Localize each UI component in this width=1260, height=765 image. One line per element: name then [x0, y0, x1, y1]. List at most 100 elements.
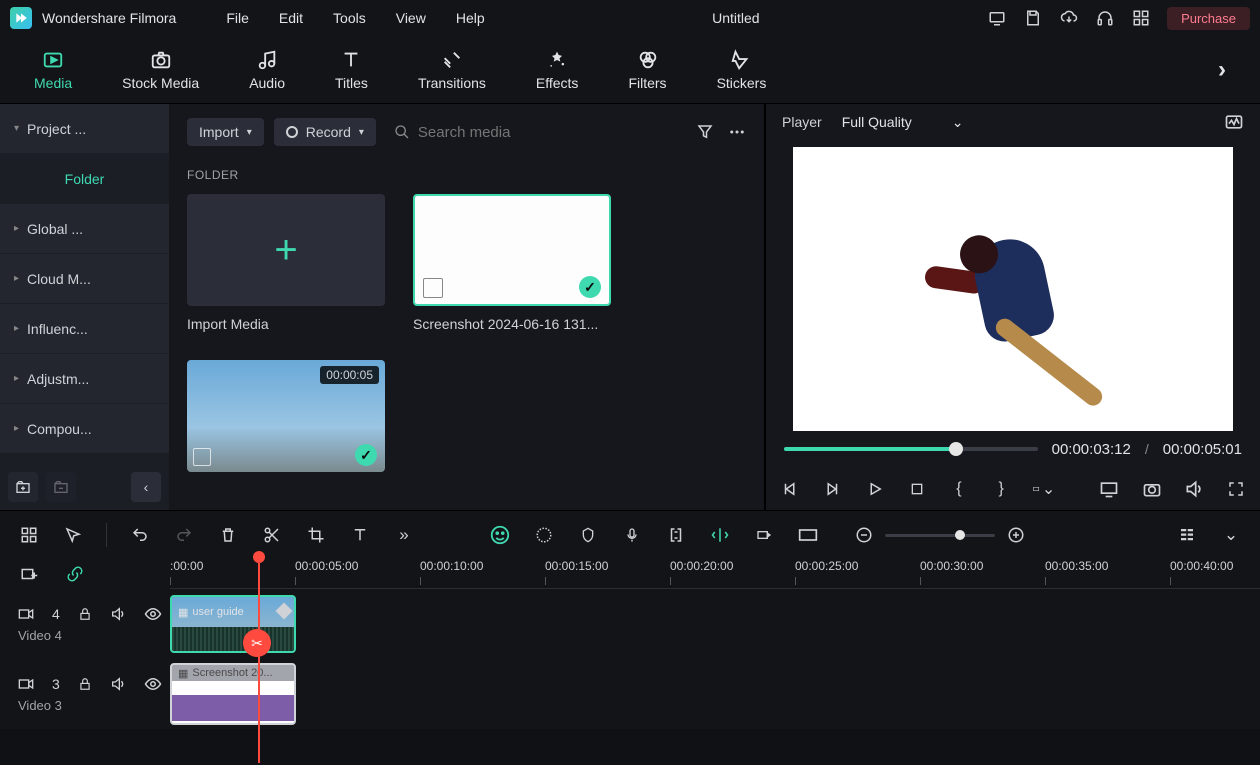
playhead[interactable] — [253, 551, 265, 763]
more-options-icon[interactable] — [728, 123, 746, 141]
audio-mixer-icon[interactable] — [665, 524, 687, 546]
sidebar-item-project[interactable]: ▾Project ... — [0, 104, 169, 154]
tab-effects[interactable]: Effects — [536, 49, 579, 91]
keyframe-icon[interactable] — [276, 603, 293, 620]
import-button[interactable]: Import▾ — [187, 118, 264, 146]
tab-titles[interactable]: Titles — [335, 49, 368, 91]
lock-icon[interactable] — [78, 606, 92, 622]
lock-icon[interactable] — [78, 676, 92, 692]
prev-frame-icon[interactable] — [780, 478, 800, 500]
apps-icon[interactable] — [1131, 8, 1151, 28]
track-view-icon[interactable] — [1176, 524, 1198, 546]
purchase-button[interactable]: Purchase — [1167, 7, 1250, 30]
tab-transitions[interactable]: Transitions — [418, 49, 486, 91]
render-preview-icon[interactable] — [709, 524, 731, 546]
mark-in-icon[interactable]: { — [949, 478, 969, 500]
record-button[interactable]: Record▾ — [274, 118, 376, 146]
track-body[interactable]: ▦user guide ✂ — [170, 589, 1260, 659]
crop-icon[interactable] — [305, 524, 327, 546]
search-input[interactable] — [418, 124, 678, 141]
menu-file[interactable]: File — [226, 10, 249, 26]
play-icon[interactable] — [864, 478, 884, 500]
menu-edit[interactable]: Edit — [279, 10, 303, 26]
zoom-slider[interactable] — [885, 534, 995, 537]
tab-stickers[interactable]: Stickers — [717, 49, 767, 91]
menu-help[interactable]: Help — [456, 10, 485, 26]
transitions-icon — [441, 49, 463, 71]
save-icon[interactable] — [1023, 8, 1043, 28]
add-track-icon[interactable] — [18, 563, 40, 585]
clip-video4[interactable]: ▦user guide — [170, 595, 296, 653]
select-tool-icon[interactable] — [62, 524, 84, 546]
fullscreen-icon[interactable] — [1226, 478, 1246, 500]
scrub-track[interactable] — [784, 447, 1038, 451]
display-out-icon[interactable] — [1099, 478, 1119, 500]
sidebar-item-cloud[interactable]: ▸Cloud M... — [0, 254, 169, 304]
sidebar-item-adjustment[interactable]: ▸Adjustm... — [0, 354, 169, 404]
snapshot-icon[interactable] — [1141, 478, 1161, 500]
more-tools-icon[interactable]: » — [393, 524, 415, 546]
mute-icon[interactable] — [110, 606, 126, 622]
tab-filters[interactable]: Filters — [628, 49, 666, 91]
menu-view[interactable]: View — [396, 10, 426, 26]
tab-media[interactable]: Media — [34, 49, 72, 91]
keyframe-tool-icon[interactable] — [753, 524, 775, 546]
scopes-icon[interactable] — [1224, 112, 1244, 132]
media-tile-import[interactable]: + Import Media — [187, 194, 385, 332]
timeline-ruler[interactable]: :00:00 00:00:05:00 00:00:10:00 00:00:15:… — [170, 559, 1260, 589]
tab-audio[interactable]: Audio — [249, 49, 285, 91]
chevron-down-icon: ▾ — [14, 123, 19, 134]
color-wheel-icon[interactable] — [533, 524, 555, 546]
ai-assistant-icon[interactable] — [489, 524, 511, 546]
split-cursor-icon[interactable]: ✂ — [243, 629, 271, 657]
aspect-icon[interactable] — [797, 524, 819, 546]
menu-tools[interactable]: Tools — [333, 10, 366, 26]
layout-icon[interactable] — [18, 524, 40, 546]
sidebar-item-compound[interactable]: ▸Compou... — [0, 404, 169, 454]
track-header[interactable]: 4 Video 4 — [0, 602, 170, 647]
volume-icon[interactable] — [1184, 478, 1204, 500]
mute-icon[interactable] — [110, 676, 126, 692]
sidebar-item-global[interactable]: ▸Global ... — [0, 204, 169, 254]
sidebar-item-folder[interactable]: Folder — [0, 154, 169, 204]
text-tool-icon[interactable] — [349, 524, 371, 546]
collapse-sidebar-icon[interactable]: ‹ — [131, 472, 161, 502]
undo-icon[interactable] — [129, 524, 151, 546]
media-tile-image[interactable]: ✓ Screenshot 2024-06-16 131... — [413, 194, 611, 332]
visibility-icon[interactable] — [144, 607, 162, 621]
track-header[interactable]: 3 Video 3 — [0, 672, 170, 717]
tabs-more-icon[interactable]: › — [1218, 56, 1226, 84]
sidebar-item-influence[interactable]: ▸Influenc... — [0, 304, 169, 354]
cloud-download-icon[interactable] — [1059, 8, 1079, 28]
step-back-icon[interactable] — [822, 478, 842, 500]
ratio-dropdown[interactable]: ⌄ — [1033, 478, 1055, 500]
delete-folder-icon[interactable] — [46, 472, 76, 502]
zoom-in-icon[interactable] — [1005, 524, 1027, 546]
delete-icon[interactable] — [217, 524, 239, 546]
app-name: Wondershare Filmora — [42, 10, 176, 26]
duration-badge: 00:00:05 — [320, 366, 379, 384]
track-options-icon[interactable]: ⌄ — [1220, 524, 1242, 546]
clip-video3[interactable]: ▦Screenshot 20... — [170, 663, 296, 725]
scrub-thumb-icon[interactable] — [949, 442, 963, 456]
redo-icon[interactable] — [173, 524, 195, 546]
new-folder-icon[interactable] — [8, 472, 38, 502]
headphones-icon[interactable] — [1095, 8, 1115, 28]
quality-dropdown[interactable]: Full Quality⌄ — [842, 114, 964, 131]
player-viewport[interactable] — [766, 141, 1260, 431]
media-tile-video[interactable]: 00:00:05✓ — [187, 360, 385, 482]
filter-icon[interactable] — [696, 123, 714, 141]
track-body[interactable]: ▦Screenshot 20... — [170, 659, 1260, 729]
chevron-down-icon: ▾ — [359, 127, 364, 138]
mark-out-icon[interactable]: } — [991, 478, 1011, 500]
link-icon[interactable] — [64, 563, 86, 585]
marker-icon[interactable] — [577, 524, 599, 546]
visibility-icon[interactable] — [144, 677, 162, 691]
stop-icon[interactable] — [907, 478, 927, 500]
split-icon[interactable] — [261, 524, 283, 546]
media-toolbar: Import▾ Record▾ — [169, 104, 764, 160]
zoom-out-icon[interactable] — [853, 524, 875, 546]
display-icon[interactable] — [987, 8, 1007, 28]
tab-stock-media[interactable]: Stock Media — [122, 49, 199, 91]
voiceover-icon[interactable] — [621, 524, 643, 546]
